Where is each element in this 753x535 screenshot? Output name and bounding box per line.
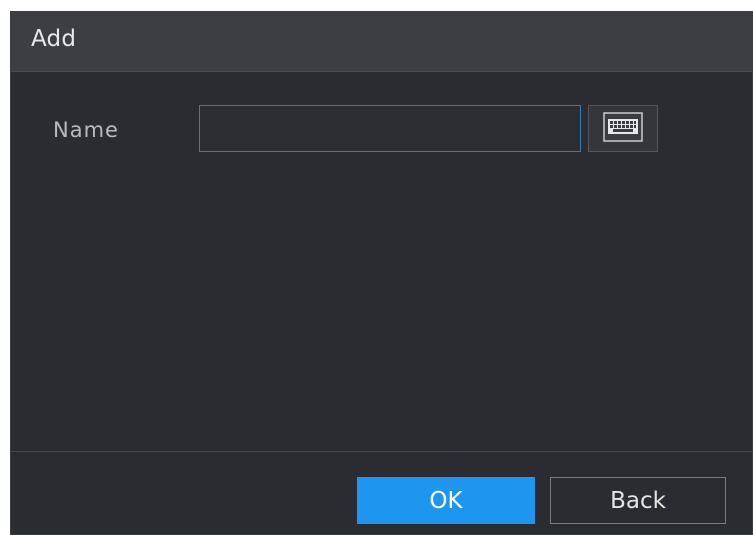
name-input[interactable] — [199, 105, 581, 152]
dialog-title: Add — [31, 26, 77, 52]
back-button[interactable]: Back — [550, 477, 726, 524]
name-label: Name — [53, 118, 119, 142]
add-dialog: Add Name OK Back — [10, 11, 753, 535]
dialog-titlebar: Add — [11, 12, 752, 72]
keyboard-button[interactable] — [588, 105, 658, 152]
ok-button[interactable]: OK — [357, 477, 535, 524]
footer-divider — [11, 451, 752, 452]
keyboard-icon — [603, 111, 643, 146]
